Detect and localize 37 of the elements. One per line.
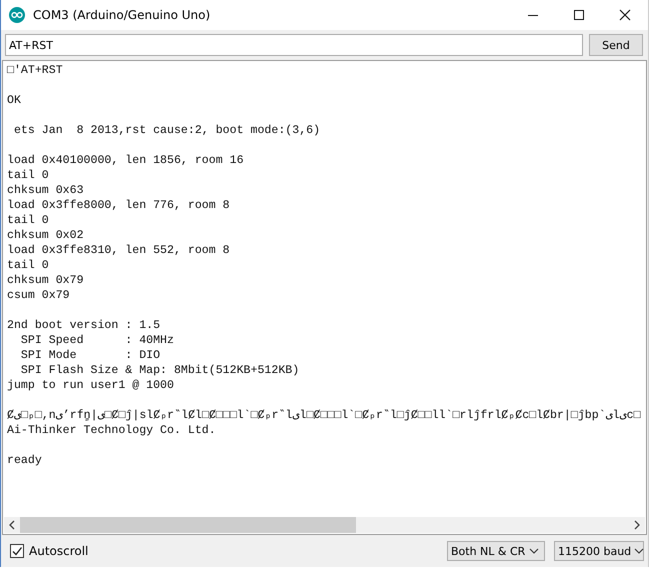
serial-output-line: Ȼى□ₚ□,nى’rfٍn|ى□Ȼ□ĵ|slȻₚr‶lȻl□Ȼ□□□l`□Ȼₚr‶lىl□Ȼ□□□l`□Ȼₚr‶l□ĵȻ□□ll`□rlĵfrlȻₚȻc□lȻbr|□ĵbp`ىlىc□ (7, 408, 642, 423)
serial-output-line: csum 0x79 (7, 288, 71, 303)
serial-output-line: OK (7, 93, 22, 108)
serial-output-line: chksum 0x79 (7, 273, 85, 288)
serial-output-line: SPI Speed : 40MHz (20, 333, 175, 348)
scroll-right-icon[interactable] (633, 520, 641, 530)
serial-output-line: load 0x3ffe8310, len 552, room 8 (7, 243, 231, 258)
serial-output-line: ets Jan 8 2013,rst cause:2, boot mode:(3,6) (12, 123, 322, 138)
maximize-icon[interactable] (573, 9, 585, 21)
serial-output-line: SPI Mode : DIO (20, 348, 162, 363)
serial-output-line: □ʹAT+RST (7, 63, 64, 78)
serial-output-line: SPI Flash Size & Map: 8Mbit(512KB+512KB) (20, 363, 300, 378)
serial-output-line: 2nd boot version : 1.5 (7, 318, 162, 333)
autoscroll-checkbox[interactable] (10, 544, 24, 558)
app-logo-icon (9, 7, 25, 23)
horizontal-scrollbar[interactable] (4, 517, 645, 533)
send-button[interactable]: Send (589, 34, 643, 56)
line-ending-dropdown[interactable]: Both NL & CR (447, 541, 545, 561)
serial-output-line: ready (7, 453, 43, 468)
scroll-left-icon[interactable] (8, 520, 16, 530)
window-title: COM3 (Arduino/Genuino Uno) (33, 8, 210, 22)
serial-output-line: Ai-Thinker Technology Co. Ltd. (7, 423, 217, 438)
serial-output-line: tail 0 (7, 213, 50, 228)
serial-output-line: chksum 0x02 (7, 228, 85, 243)
scrollbar-thumb[interactable] (20, 517, 356, 533)
message-input-field[interactable]: AT+RST (5, 34, 583, 56)
caret-icon (529, 548, 539, 554)
serial-output-line: load 0x40100000, len 1856, room 16 (7, 153, 245, 168)
serial-output-line: tail 0 (7, 168, 50, 183)
serial-output-line: chksum 0x63 (7, 183, 85, 198)
serial-output-line: tail 0 (7, 258, 50, 273)
autoscroll-label: Autoscroll (29, 544, 88, 558)
caret-icon (634, 548, 644, 554)
baud-rate-dropdown[interactable]: 115200 baud (554, 541, 644, 561)
serial-output-line: load 0x3ffe8000, len 776, room 8 (7, 198, 231, 213)
close-icon[interactable] (619, 9, 631, 21)
serial-output-line: jump to run user1 @ 1000 (7, 378, 175, 393)
